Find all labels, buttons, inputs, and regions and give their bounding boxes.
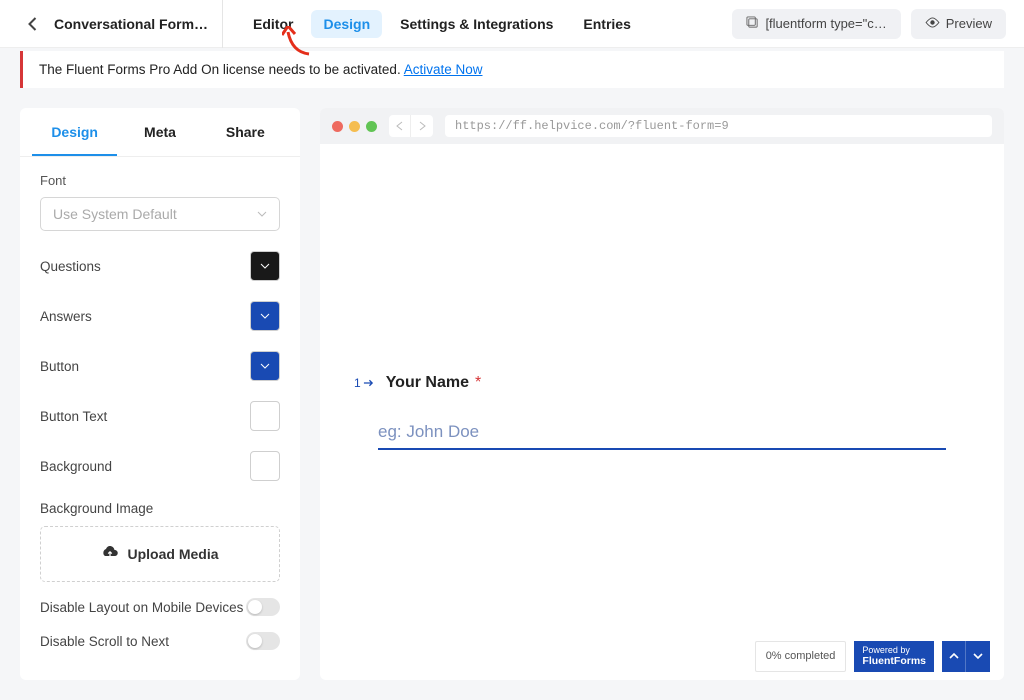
button-text-label: Button Text [40,409,107,424]
upload-media-button[interactable]: Upload Media [40,526,280,582]
progress-indicator: 0% completed [755,641,847,672]
font-label: Font [40,173,280,188]
side-tab-share[interactable]: Share [203,108,288,156]
arrow-right-icon [363,379,374,387]
back-button[interactable] [18,10,46,38]
disable-mobile-label: Disable Layout on Mobile Devices [40,600,243,615]
answers-label: Answers [40,309,92,324]
side-tab-design[interactable]: Design [32,108,117,156]
chevron-down-icon [257,211,267,217]
browser-url: https://ff.helpvice.com/?fluent-form=9 [445,115,992,137]
traffic-minimize-icon [349,121,360,132]
button-color-swatch[interactable] [250,351,280,381]
browser-forward-icon [411,115,433,137]
font-select[interactable]: Use System Default [40,197,280,231]
preview-button[interactable]: Preview [911,9,1006,39]
disable-scroll-toggle[interactable] [246,632,280,650]
background-color-swatch[interactable] [250,451,280,481]
activate-link[interactable]: Activate Now [404,62,483,77]
questions-color-swatch[interactable] [250,251,280,281]
questions-label: Questions [40,259,101,274]
tab-design[interactable]: Design [311,10,382,38]
question-label: Your Name [386,374,469,392]
button-label: Button [40,359,79,374]
bg-image-label: Background Image [40,501,280,516]
browser-back-icon [389,115,411,137]
background-label: Background [40,459,112,474]
cloud-upload-icon [101,546,119,562]
side-tab-meta[interactable]: Meta [117,108,202,156]
tab-entries[interactable]: Entries [571,10,642,38]
tab-editor[interactable]: Editor [241,10,305,38]
required-indicator: * [475,374,481,392]
design-sidebar: Design Meta Share Font Use System Defaul… [20,108,300,680]
copy-icon [746,16,759,32]
answers-color-swatch[interactable] [250,301,280,331]
browser-chrome: https://ff.helpvice.com/?fluent-form=9 [320,108,1004,144]
preview-label: Preview [946,16,992,31]
powered-by-badge[interactable]: Powered byFluentForms [854,641,934,672]
eye-icon [925,16,940,31]
traffic-maximize-icon [366,121,377,132]
disable-mobile-toggle[interactable] [246,598,280,616]
prev-question-button[interactable] [942,641,966,672]
form-preview-panel: https://ff.helpvice.com/?fluent-form=9 1… [320,108,1004,680]
question-number: 1 [354,376,374,390]
license-notice: The Fluent Forms Pro Add On license need… [20,51,1004,88]
traffic-close-icon [332,121,343,132]
button-text-color-swatch[interactable] [250,401,280,431]
tab-settings[interactable]: Settings & Integrations [388,10,565,38]
disable-scroll-label: Disable Scroll to Next [40,634,169,649]
shortcode-button[interactable]: [fluentform type="c… [732,9,900,39]
name-input[interactable] [378,416,946,450]
form-title: Conversational Form… [46,0,223,48]
shortcode-text: [fluentform type="c… [765,16,886,31]
next-question-button[interactable] [966,641,990,672]
